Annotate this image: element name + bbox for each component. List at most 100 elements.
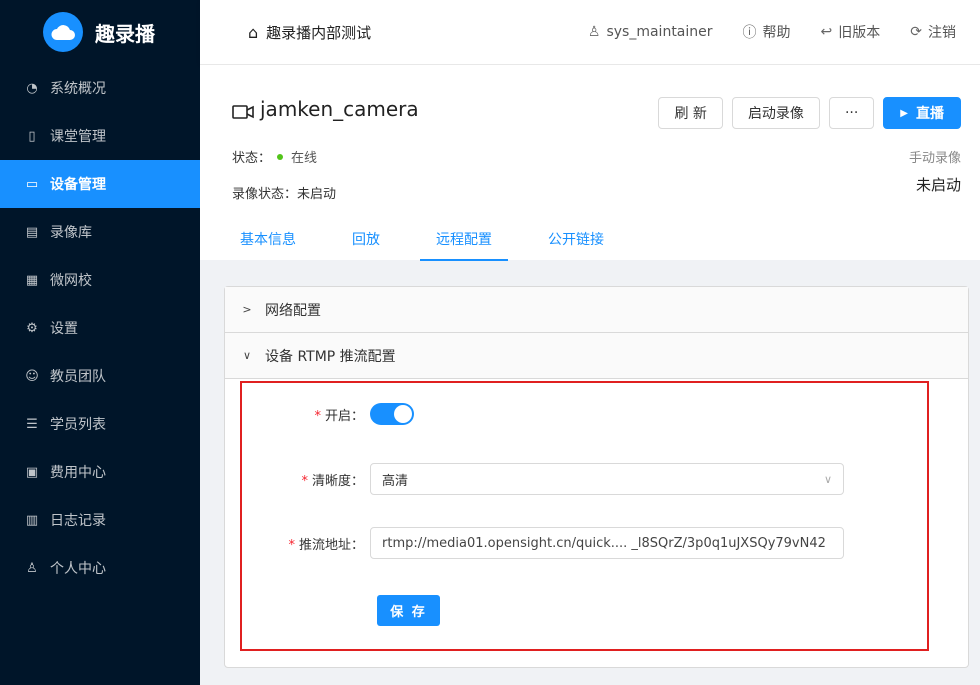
device-page-header: jamken_camera 刷 新 启动录像 ··· ▶ 直播 状态： 在线 录像… [200, 64, 980, 261]
user-icon: ♙ [26, 560, 38, 576]
enable-row: * 开启： [242, 403, 414, 425]
sidebar-item-settings[interactable]: ⚙ 设置 [0, 304, 200, 352]
chevron-down-icon: ∨ [242, 349, 252, 362]
team-icon: ☺ [25, 368, 39, 384]
config-collapse: > 网络配置 ∨ 设备 RTMP 推流配置 * 开启： * 清晰度： 高清 ∨ * 推… [224, 286, 969, 668]
sidebar-item-micro-school[interactable]: ▦ 微网校 [0, 256, 200, 304]
tab-basic-info[interactable]: 基本信息 [224, 217, 312, 261]
logout-label: 注销 [928, 25, 956, 41]
log-icon: ▥ [25, 512, 39, 528]
sidebar-item-devices[interactable]: ▭ 设备管理 [0, 160, 200, 208]
sidebar-item-label: 课堂管理 [50, 129, 106, 145]
sidebar-item-profile[interactable]: ♙ 个人中心 [0, 544, 200, 592]
logout-link[interactable]: ⟳ 注销 [910, 22, 956, 42]
record-status: 录像状态：未启动 [232, 183, 336, 202]
help-label: 帮助 [762, 25, 791, 41]
record-status-value: 未启动 [297, 187, 337, 202]
live-label: 直播 [916, 106, 944, 122]
status-dot [277, 153, 284, 160]
sidebar-item-classroom[interactable]: ▯ 课堂管理 [0, 112, 200, 160]
status-value: 在线 [291, 151, 318, 166]
sidebar-menu: ◔ 系统概况 ▯ 课堂管理 ▭ 设备管理 ▤ 录像库 ▦ 微网校 ⚙ 设置 ☺ 教员团队 ☰ 学… [0, 64, 200, 592]
sidebar-item-label: 设备管理 [50, 177, 106, 193]
tab-playback[interactable]: 回放 [336, 217, 396, 261]
network-config-header[interactable]: > 网络配置 [225, 287, 968, 333]
book-icon: ▯ [28, 128, 36, 144]
push-url-input[interactable] [370, 527, 844, 559]
quality-label: * 清晰度： [301, 473, 364, 489]
help-link[interactable]: ⓘ 帮助 [743, 22, 791, 42]
user-menu[interactable]: ♙ sys_maintainer [588, 24, 713, 40]
org-name: 趣录播内部测试 [266, 23, 372, 42]
org-switcher[interactable]: ⌂ 趣录播内部测试 [248, 22, 371, 43]
device-tabs: 基本信息 回放 远程配置 公开链接 [224, 217, 644, 261]
quality-select[interactable]: 高清 ∨ [370, 463, 844, 495]
app-name: 趣录播 [95, 21, 155, 46]
sidebar-item-students[interactable]: ☰ 学员列表 [0, 400, 200, 448]
sidebar-item-label: 微网校 [50, 273, 92, 289]
quality-row: * 清晰度： 高清 ∨ [242, 463, 844, 495]
home-icon: ⌂ [248, 22, 259, 42]
device-status: 状态： 在线 [232, 147, 317, 166]
dashboard-icon: ◔ [26, 80, 38, 96]
camera-icon: ▭ [25, 176, 39, 192]
rtmp-config-header[interactable]: ∨ 设备 RTMP 推流配置 [225, 333, 968, 379]
refresh-button[interactable]: 刷 新 [658, 97, 723, 129]
top-header: ⌂ 趣录播内部测试 ♙ sys_maintainer ⓘ 帮助 ↩ 旧版本 ⟳ 注销 [200, 0, 980, 64]
device-title: jamken_camera [232, 97, 419, 121]
question-circle-icon: ⓘ [742, 25, 757, 41]
play-icon: ▶ [900, 107, 908, 119]
user-icon: ♙ [587, 24, 601, 40]
sidebar-item-label: 个人中心 [50, 561, 106, 577]
tab-public-link[interactable]: 公开链接 [532, 217, 620, 261]
rtmp-config-body: *开启： *清晰度： 高清 ∨ *推流地址： 保 存 [225, 379, 968, 667]
enable-label: * 开启： [314, 408, 364, 424]
manual-record: 手动录像 未启动 [909, 147, 961, 195]
sidebar-item-label: 录像库 [50, 225, 92, 241]
sidebar-item-label: 费用中心 [50, 465, 106, 481]
device-actions: 刷 新 启动录像 ··· ▶ 直播 [649, 97, 961, 129]
highlight-box: *开启： *清晰度： 高清 ∨ *推流地址： 保 存 [240, 381, 929, 651]
sidebar-item-label: 设置 [50, 321, 78, 337]
sidebar-item-label: 教员团队 [50, 369, 106, 385]
status-label: 状态： [232, 151, 272, 166]
sidebar-item-label: 系统概况 [50, 81, 106, 97]
old-version-link[interactable]: ↩ 旧版本 [821, 22, 881, 42]
start-record-button[interactable]: 启动录像 [731, 97, 820, 129]
manual-record-label: 手动录像 [908, 151, 961, 166]
enable-switch[interactable] [370, 403, 414, 425]
switch-knob [394, 405, 412, 423]
manual-record-value: 未启动 [915, 176, 961, 194]
sidebar-item-logs[interactable]: ▥ 日志记录 [0, 496, 200, 544]
chevron-right-icon: > [242, 303, 252, 316]
live-button[interactable]: ▶ 直播 [883, 97, 961, 129]
record-status-label: 录像状态： [232, 187, 298, 202]
more-button[interactable]: ··· [828, 97, 875, 129]
cloud-icon [43, 12, 83, 52]
username: sys_maintainer [606, 24, 713, 40]
video-camera-icon [232, 101, 254, 119]
sidebar-item-billing[interactable]: ▣ 费用中心 [0, 448, 200, 496]
sidebar-item-label: 日志记录 [50, 513, 106, 529]
gear-icon: ⚙ [26, 320, 38, 336]
sidebar-item-teachers[interactable]: ☺ 教员团队 [0, 352, 200, 400]
sidebar-item-video-library[interactable]: ▤ 录像库 [0, 208, 200, 256]
sidebar-item-label: 学员列表 [50, 417, 106, 433]
push-url-row: * 推流地址： [242, 527, 844, 559]
logout-icon: ⟳ [910, 24, 922, 40]
tab-remote-config[interactable]: 远程配置 [420, 217, 508, 261]
list-icon: ☰ [26, 416, 38, 432]
device-name: jamken_camera [260, 97, 419, 121]
wallet-icon: ▣ [25, 464, 39, 480]
network-config-title: 网络配置 [265, 302, 321, 319]
logo[interactable]: 趣录播 [0, 0, 200, 64]
video-library-icon: ▤ [25, 224, 39, 240]
old-version-label: 旧版本 [838, 25, 881, 41]
save-button[interactable]: 保 存 [377, 595, 440, 626]
sidebar-item-overview[interactable]: ◔ 系统概况 [0, 64, 200, 112]
quality-value: 高清 [382, 473, 409, 489]
sidebar: 趣录播 ◔ 系统概况 ▯ 课堂管理 ▭ 设备管理 ▤ 录像库 ▦ 微网校 ⚙ 设置 ☺ 教员团… [0, 0, 200, 685]
rtmp-config-title: 设备 RTMP 推流配置 [265, 348, 396, 365]
header-actions: ♙ sys_maintainer ⓘ 帮助 ↩ 旧版本 ⟳ 注销 [558, 22, 956, 42]
push-url-label: * 推流地址： [288, 537, 364, 553]
